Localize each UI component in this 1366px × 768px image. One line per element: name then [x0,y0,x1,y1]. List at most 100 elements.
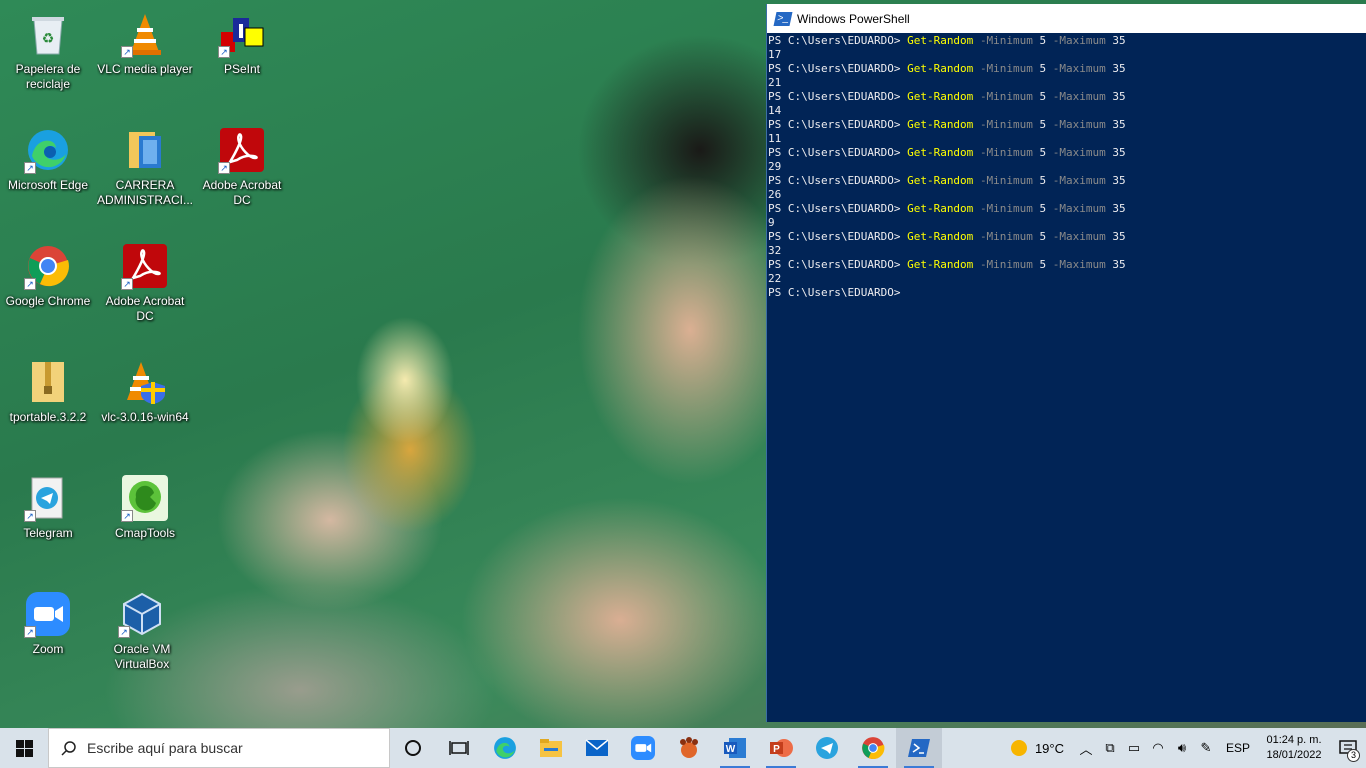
console-value-minimum: 5 [1039,174,1047,187]
console-prompt: PS C:\Users\EDUARDO> [768,258,901,271]
console-command-line: PS C:\Users\EDUARDO> Get-Random -Minimum… [768,174,1366,188]
taskbar: Escribe aquí para buscar W P 19°C ︿ ⧉ ▭ … [0,728,1366,768]
search-placeholder: Escribe aquí para buscar [87,740,243,756]
desktop-icon-chrome[interactable]: ↗ Google Chrome [0,236,96,348]
taskbar-clock[interactable]: 01:24 p. m. 18/01/2022 [1258,733,1330,763]
weather-sun-icon[interactable] [1009,738,1029,758]
desktop-icon-pseint[interactable]: ↗ PSeInt [194,4,290,116]
desktop-icon-cmaptools[interactable]: ↗ CmapTools [97,468,193,580]
notifications-button[interactable]: 3 [1330,728,1366,768]
powershell-titlebar[interactable]: >_ Windows PowerShell [767,4,1366,33]
taskbar-powershell[interactable] [896,728,942,768]
edge-icon: ↗ [24,126,72,174]
console-value-minimum: 5 [1039,62,1047,75]
meet-now-icon[interactable]: ⧉ [1098,740,1122,756]
desktop-icon-label: tportable.3.2.2 [9,410,87,424]
svg-text:♻: ♻ [42,30,55,46]
desktop-icon-vlc-installer[interactable]: vlc-3.0.16-win64 [97,352,193,464]
desktop-icon-vlc[interactable]: ↗ VLC media player [97,4,193,116]
vlc-installer-icon [121,358,169,406]
console-output-line: 22 [768,272,782,285]
powershell-icon: >_ [773,11,793,26]
taskbar-chrome[interactable] [850,728,896,768]
shortcut-arrow-icon: ↗ [121,510,133,522]
desktop-icon-virtualbox[interactable]: ↗ Oracle VM VirtualBox [94,584,190,696]
console-value-minimum: 5 [1039,146,1047,159]
console-command-line: PS C:\Users\EDUARDO> Get-Random -Minimum… [768,202,1366,216]
console-command: Get-Random [907,258,974,271]
desktop-icon-zoom[interactable]: ↗ Zoom [0,584,96,696]
console-param-maximum: -Maximum [1052,62,1106,75]
desktop-icon-label: Microsoft Edge [7,178,89,192]
console-command: Get-Random [907,34,974,47]
chrome-icon [862,737,885,759]
folder-icon [121,126,169,174]
powerpoint-icon: P [770,739,793,757]
windows-logo-icon [15,739,33,757]
window-title: Windows PowerShell [797,11,910,26]
console-command: Get-Random [907,174,974,187]
battery-plug-icon[interactable]: ▭ [1122,740,1146,756]
file-explorer-icon [540,739,562,757]
console-param-minimum: -Minimum [979,146,1033,159]
desktop-icon-label: CARRERA ADMINISTRACI... [97,178,193,207]
wifi-icon[interactable]: ◠ [1146,740,1170,756]
desktop-icon-label: VLC media player [97,62,193,76]
desktop-icon-edge[interactable]: ↗ Microsoft Edge [0,120,96,232]
taskbar-telegram[interactable] [804,728,850,768]
console-output-line: 21 [768,76,782,89]
desktop-icon-carrera-folder[interactable]: CARRERA ADMINISTRACI... [97,120,193,232]
desktop-icon-label: PSeInt [223,62,261,76]
console-param-minimum: -Minimum [979,174,1033,187]
task-view-icon [449,741,469,755]
powershell-window[interactable]: >_ Windows PowerShell PS C:\Users\EDUARD… [766,4,1366,722]
search-icon [61,741,76,756]
taskbar-search-box[interactable]: Escribe aquí para buscar [48,728,390,768]
console-param-maximum: -Maximum [1052,146,1106,159]
taskbar-mail[interactable] [574,728,620,768]
acrobat-icon: ↗ [218,126,266,174]
desktop-icon-acrobat-1[interactable]: ↗ Adobe Acrobat DC [194,120,290,232]
volume-icon[interactable]: 🔊︎ [1170,740,1194,756]
input-language[interactable]: ESP [1226,741,1250,755]
console-value-maximum: 35 [1112,90,1126,103]
weather-temperature[interactable]: 19°C [1035,741,1064,756]
console-command: Get-Random [907,230,974,243]
console-command-line: PS C:\Users\EDUARDO> Get-Random -Minimum… [768,258,1366,272]
desktop-icon-telegram[interactable]: ↗ Telegram [0,468,96,580]
pen-workspace-icon[interactable]: ✎ [1194,740,1218,756]
desktop-icon-label: CmapTools [114,526,176,540]
desktop-icon-recycle-bin[interactable]: ♻ Papelera de reciclaje [0,4,96,116]
acrobat-icon: ↗ [121,242,169,290]
shortcut-arrow-icon: ↗ [218,162,230,174]
cortana-button[interactable] [390,728,436,768]
console-command: Get-Random [907,90,974,103]
taskbar-zoom[interactable] [620,728,666,768]
console-value-maximum: 35 [1112,118,1126,131]
notification-count-badge: 3 [1347,749,1360,762]
system-tray: 19°C ︿ ⧉ ▭ ◠ 🔊︎ ✎ ESP 01:24 p. m. 18/01/… [1009,728,1366,768]
desktop-icon-acrobat-2[interactable]: ↗ Adobe Acrobat DC [97,236,193,348]
taskbar-app-paw[interactable] [666,728,712,768]
virtualbox-icon: ↗ [118,590,166,638]
powershell-console[interactable]: PS C:\Users\EDUARDO> Get-Random -Minimum… [767,33,1366,300]
taskbar-word[interactable]: W [712,728,758,768]
console-prompt: PS C:\Users\EDUARDO> [768,202,901,215]
console-prompt: PS C:\Users\EDUARDO> [768,90,901,103]
paw-app-icon [680,737,698,758]
console-prompt: PS C:\Users\EDUARDO> [768,174,901,187]
taskbar-edge[interactable] [482,728,528,768]
console-command: Get-Random [907,146,974,159]
taskbar-file-explorer[interactable] [528,728,574,768]
desktop-icon-tportable[interactable]: tportable.3.2.2 [0,352,96,464]
task-view-button[interactable] [436,728,482,768]
console-value-minimum: 5 [1039,118,1047,131]
taskbar-powerpoint[interactable]: P [758,728,804,768]
desktop-icon-label: Adobe Acrobat DC [202,178,282,207]
start-button[interactable] [0,728,48,768]
console-param-maximum: -Maximum [1052,202,1106,215]
show-hidden-icons-chevron-icon[interactable]: ︿ [1074,739,1098,758]
shortcut-arrow-icon: ↗ [121,278,133,290]
console-param-maximum: -Maximum [1052,174,1106,187]
console-value-maximum: 35 [1112,146,1126,159]
